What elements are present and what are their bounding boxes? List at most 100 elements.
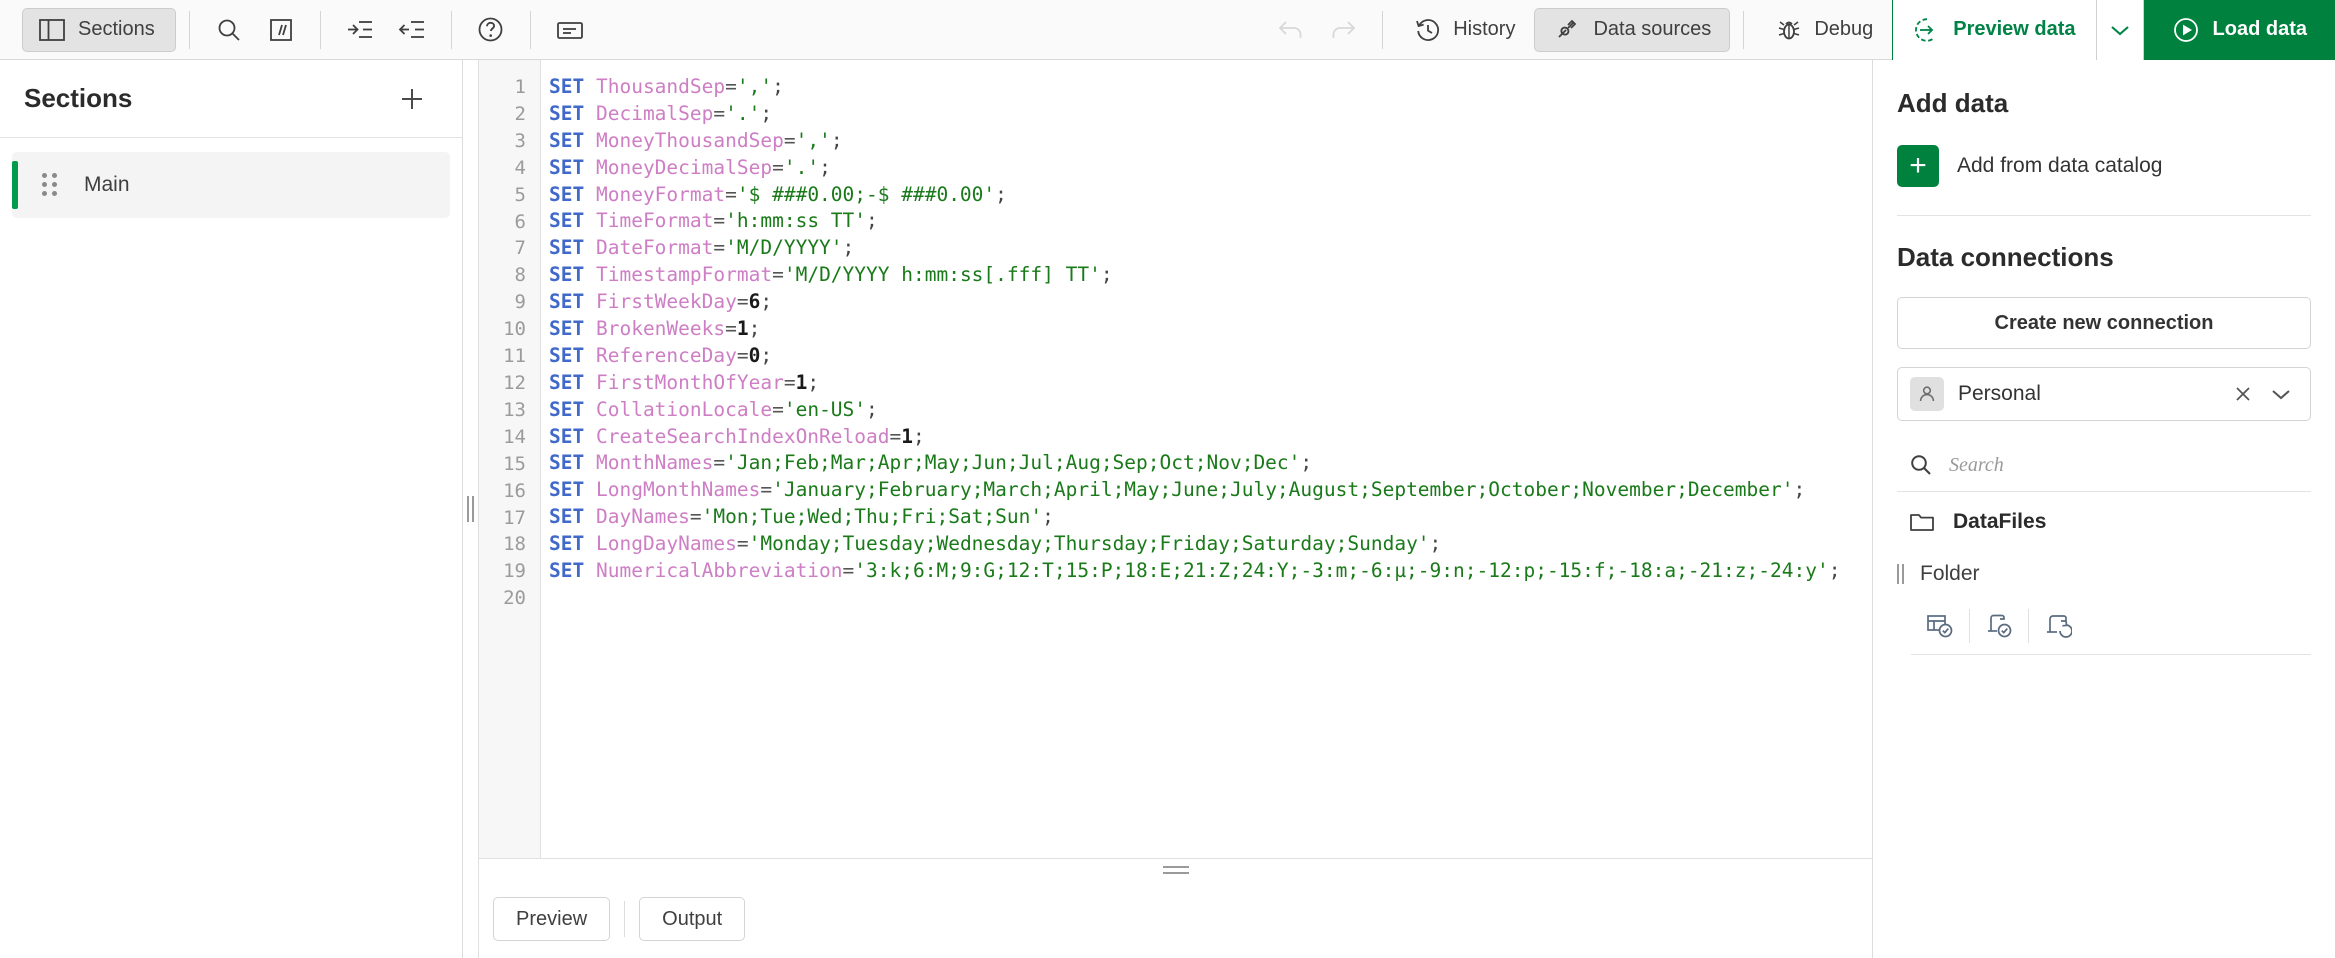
section-list: Main bbox=[0, 138, 462, 218]
line-number: 5 bbox=[514, 183, 526, 206]
connection-item-datafiles[interactable]: DataFiles bbox=[1897, 492, 2311, 552]
data-sources-panel: Add data + Add from data catalog Data co… bbox=[1872, 60, 2335, 958]
edit-connection-icon[interactable] bbox=[2029, 600, 2087, 652]
output-tab-button[interactable]: Output bbox=[639, 897, 746, 941]
toolbar-divider bbox=[1382, 10, 1384, 49]
create-new-connection-button[interactable]: Create new connection bbox=[1897, 297, 2311, 349]
connection-type-label: Folder bbox=[1920, 562, 1980, 585]
sections-panel-header: Sections bbox=[0, 60, 462, 138]
script-editor[interactable]: 1 2 3 4 5 6 7 8 9 10 11 12 13 14 15 16 1 bbox=[479, 60, 1872, 858]
line-number: 6 bbox=[514, 210, 526, 233]
data-sources-button[interactable]: Data sources bbox=[1534, 7, 1731, 52]
line-number: 9 bbox=[514, 291, 526, 314]
line-number: 15 bbox=[503, 452, 526, 475]
preview-tab-button[interactable]: Preview bbox=[493, 897, 611, 941]
code-line: SET MoneyThousandSep=','; bbox=[549, 128, 843, 152]
sections-toggle-button[interactable]: Sections bbox=[22, 7, 176, 52]
drag-handle-icon[interactable] bbox=[42, 173, 58, 197]
code-line: SET MoneyFormat='$ ###0.00;-$ ###0.00'; bbox=[549, 182, 1007, 206]
section-active-accent bbox=[12, 161, 18, 209]
data-sources-icon bbox=[1553, 17, 1581, 43]
line-number: 14 bbox=[503, 425, 526, 448]
plus-icon: + bbox=[1897, 145, 1939, 187]
sections-editor-splitter[interactable] bbox=[463, 60, 479, 958]
code-line: SET LongMonthNames='January;February;Mar… bbox=[549, 478, 1806, 502]
hints-icon[interactable] bbox=[544, 4, 596, 56]
connection-type-row: Folder bbox=[1897, 562, 2311, 586]
line-number: 7 bbox=[514, 237, 526, 260]
code-line: SET ThousandSep=','; bbox=[549, 75, 784, 98]
add-section-button[interactable] bbox=[390, 77, 434, 121]
history-clock-icon bbox=[1415, 17, 1441, 43]
preview-data-button[interactable]: Preview data bbox=[1892, 0, 2096, 60]
code-line: SET MoneyDecimalSep='.'; bbox=[549, 155, 831, 179]
code-line: SET FirstMonthOfYear=1; bbox=[549, 370, 820, 394]
add-from-data-catalog-button[interactable]: + Add from data catalog bbox=[1897, 145, 2311, 187]
panel-layout-icon bbox=[39, 18, 65, 41]
section-item-main[interactable]: Main bbox=[12, 152, 450, 218]
script-code-content[interactable]: SET ThousandSep=','; SET DecimalSep='.'; S… bbox=[541, 60, 1872, 858]
top-toolbar: Sections History Data sources Debug Prev… bbox=[0, 0, 2335, 60]
code-line: SET DayNames='Mon;Tue;Wed;Thu;Fri;Sat;Su… bbox=[549, 505, 1054, 529]
code-line: SET CollationLocale='en-US'; bbox=[549, 397, 878, 421]
folder-icon bbox=[1909, 511, 1935, 533]
sections-panel-title: Sections bbox=[24, 83, 133, 113]
code-line: SET DecimalSep='.'; bbox=[549, 101, 773, 125]
data-connections-title: Data connections bbox=[1897, 242, 2114, 272]
code-line: SET FirstWeekDay=6; bbox=[549, 290, 773, 314]
line-number: 8 bbox=[514, 264, 526, 287]
code-line: SET BrokenWeeks=1; bbox=[549, 317, 761, 341]
section-item-label: Main bbox=[84, 173, 130, 196]
indent-increase-icon[interactable] bbox=[334, 4, 386, 56]
bottom-divider bbox=[624, 901, 626, 937]
drag-handle-icon[interactable] bbox=[1897, 564, 1904, 584]
line-number: 13 bbox=[503, 398, 526, 421]
comment-icon[interactable] bbox=[255, 4, 307, 56]
code-line: SET NumericalAbbreviation='3:k;6:M;9:G;1… bbox=[549, 559, 1841, 583]
clear-icon[interactable] bbox=[2224, 375, 2262, 413]
code-line: SET TimestampFormat='M/D/YYYY h:mm:ss[.f… bbox=[549, 263, 1113, 287]
load-data-label: Load data bbox=[2212, 18, 2307, 40]
bug-icon bbox=[1776, 17, 1802, 43]
editor-output-splitter[interactable] bbox=[479, 858, 1872, 880]
splitter-grip-icon bbox=[1162, 865, 1189, 874]
add-from-data-catalog-label: Add from data catalog bbox=[1957, 154, 2163, 177]
search-icon[interactable] bbox=[203, 4, 255, 56]
preview-gear-arrow-icon bbox=[1913, 16, 1941, 44]
undo-icon[interactable] bbox=[1265, 4, 1317, 56]
connection-actions bbox=[1897, 600, 2311, 652]
connection-space-select[interactable]: Personal bbox=[1897, 367, 2311, 421]
redo-icon[interactable] bbox=[1317, 4, 1369, 56]
insert-script-icon[interactable] bbox=[1970, 600, 2028, 652]
line-number: 20 bbox=[503, 587, 526, 610]
panel-divider bbox=[1911, 654, 2311, 655]
person-icon bbox=[1910, 377, 1944, 411]
select-data-icon[interactable] bbox=[1911, 600, 1969, 652]
help-icon[interactable] bbox=[465, 4, 517, 56]
debug-button[interactable]: Debug bbox=[1757, 8, 1892, 52]
toolbar-divider bbox=[188, 10, 190, 49]
search-icon bbox=[1909, 453, 1933, 477]
play-circle-icon bbox=[2172, 16, 2200, 44]
sections-toggle-label: Sections bbox=[78, 18, 155, 40]
preview-data-label: Preview data bbox=[1953, 18, 2076, 40]
data-sources-label: Data sources bbox=[1593, 18, 1712, 40]
toolbar-right-group: History Data sources Debug Preview data … bbox=[1265, 0, 2335, 60]
line-number: 19 bbox=[503, 560, 526, 583]
add-data-title: Add data bbox=[1897, 88, 2009, 118]
code-line: SET MonthNames='Jan;Feb;Mar;Apr;May;Jun;… bbox=[549, 451, 1313, 475]
preview-data-dropdown-caret[interactable] bbox=[2095, 0, 2144, 60]
history-button[interactable]: History bbox=[1396, 8, 1534, 52]
debug-label: Debug bbox=[1814, 18, 1874, 40]
main-body: Sections Main 1 2 3 4 5 6 7 8 9 10 11 12… bbox=[0, 60, 2335, 958]
chevron-down-icon[interactable] bbox=[2262, 375, 2300, 413]
code-line: SET DateFormat='M/D/YYYY'; bbox=[549, 236, 855, 260]
line-number: 10 bbox=[503, 318, 526, 341]
code-line: SET CreateSearchIndexOnReload=1; bbox=[549, 424, 925, 448]
bottom-tab-bar: Preview Output bbox=[479, 880, 1872, 958]
connections-search-input[interactable]: Search bbox=[1897, 439, 2311, 491]
code-line: SET ReferenceDay=0; bbox=[549, 343, 773, 367]
indent-decrease-icon[interactable] bbox=[386, 4, 438, 56]
load-data-button[interactable]: Load data bbox=[2143, 0, 2335, 60]
